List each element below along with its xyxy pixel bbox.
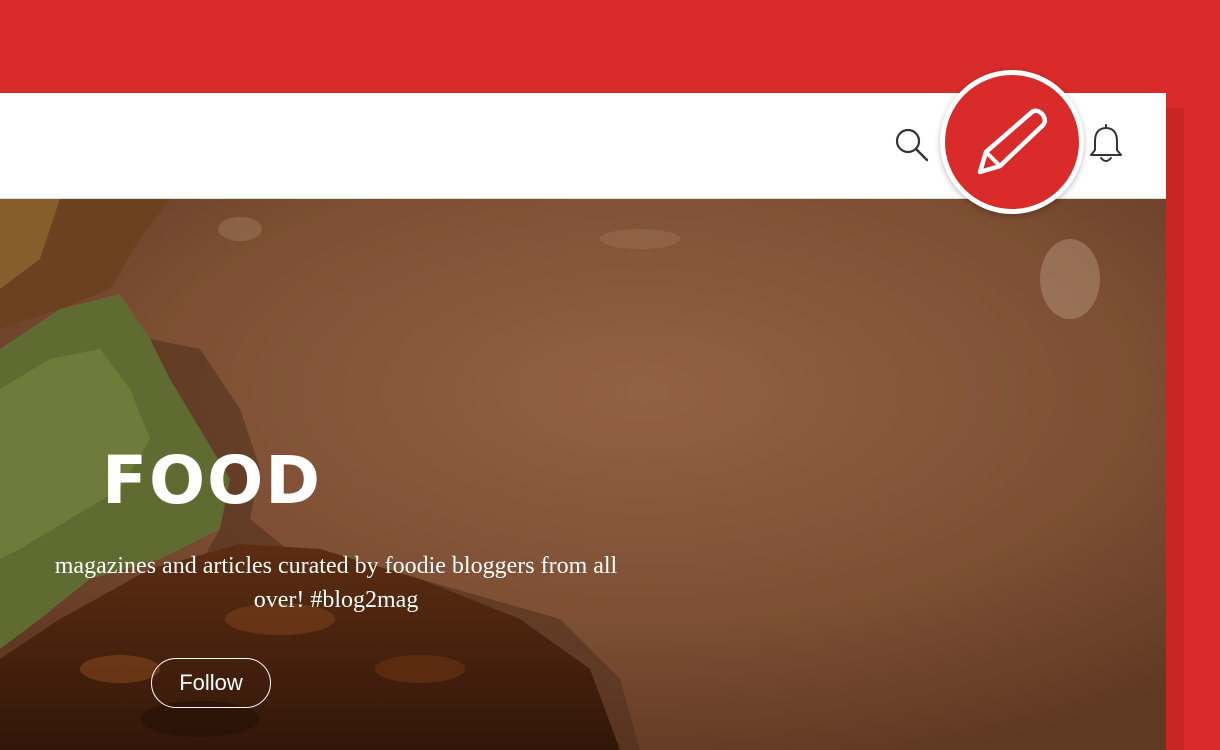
follow-button[interactable]: Follow — [151, 658, 271, 708]
search-icon — [895, 128, 929, 162]
topic-description-line-1: magazines and articles curated by foodie… — [54, 553, 618, 579]
window-shadow — [1166, 108, 1184, 750]
bell-icon — [1090, 124, 1122, 162]
topic-title: FOOD — [101, 442, 323, 519]
notifications-button[interactable] — [1084, 121, 1128, 169]
compose-button[interactable] — [940, 70, 1084, 214]
topic-description: magazines and articles curated by foodie… — [0, 549, 672, 617]
pencil-icon — [977, 108, 1048, 175]
topic-description-line-2: over! #blog2mag — [253, 587, 419, 613]
search-button[interactable] — [888, 123, 936, 169]
